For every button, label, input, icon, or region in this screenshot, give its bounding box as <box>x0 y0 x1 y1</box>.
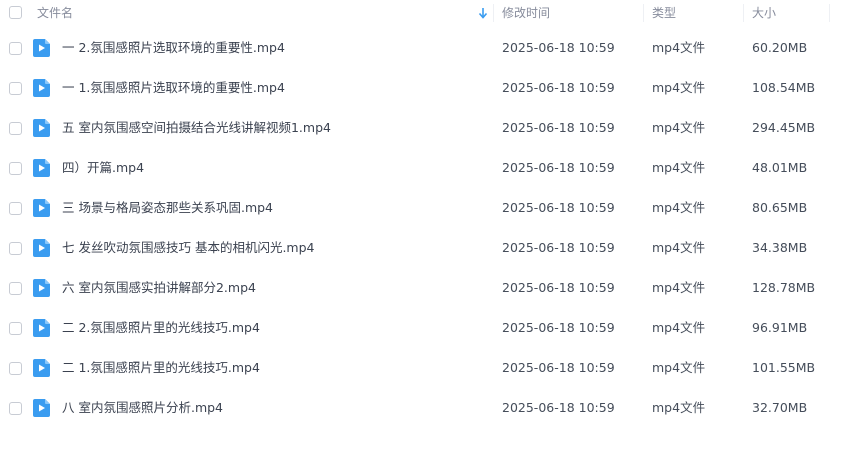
file-size: 101.55MB <box>752 360 816 375</box>
modified-time: 2025-06-18 10:59 <box>502 360 615 375</box>
arrow-down-icon[interactable] <box>478 7 488 19</box>
file-name[interactable]: 八 室内氛围感照片分析.mp4 <box>62 388 223 428</box>
file-size: 294.45MB <box>752 120 816 135</box>
column-divider[interactable] <box>643 4 644 22</box>
file-row[interactable]: 一 1.氛围感照片选取环境的重要性.mp4 2025-06-18 10:59 mp4… <box>0 68 841 108</box>
column-divider[interactable] <box>493 4 494 22</box>
file-name[interactable]: 七 发丝吹动氛围感技巧 基本的相机闪光.mp4 <box>62 228 315 268</box>
video-file-icon <box>33 199 50 217</box>
video-file-icon <box>33 39 50 57</box>
file-name[interactable]: 一 2.氛围感照片选取环境的重要性.mp4 <box>62 28 285 68</box>
row-checkbox[interactable] <box>9 362 22 375</box>
file-row[interactable]: 六 室内氛围感实拍讲解部分2.mp4 2025-06-18 10:59 mp4文件 1… <box>0 268 841 308</box>
file-row[interactable]: 四）开篇.mp4 2025-06-18 10:59 mp4文件 48.01MB <box>0 148 841 188</box>
column-divider[interactable] <box>743 4 744 22</box>
modified-time: 2025-06-18 10:59 <box>502 320 615 335</box>
row-checkbox[interactable] <box>9 402 22 415</box>
modified-time: 2025-06-18 10:59 <box>502 160 615 175</box>
file-name[interactable]: 二 2.氛围感照片里的光线技巧.mp4 <box>62 308 260 348</box>
row-checkbox[interactable] <box>9 282 22 295</box>
file-name[interactable]: 一 1.氛围感照片选取环境的重要性.mp4 <box>62 68 285 108</box>
file-type: mp4文件 <box>652 160 706 175</box>
file-type: mp4文件 <box>652 280 706 295</box>
file-name[interactable]: 五 室内氛围感空间拍摄结合光线讲解视频1.mp4 <box>62 108 331 148</box>
video-file-icon <box>33 279 50 297</box>
file-row[interactable]: 五 室内氛围感空间拍摄结合光线讲解视频1.mp4 2025-06-18 10:59… <box>0 108 841 148</box>
file-type: mp4文件 <box>652 240 706 255</box>
file-type: mp4文件 <box>652 200 706 215</box>
file-row[interactable]: 二 2.氛围感照片里的光线技巧.mp4 2025-06-18 10:59 mp4文件… <box>0 308 841 348</box>
modified-time: 2025-06-18 10:59 <box>502 120 615 135</box>
modified-time: 2025-06-18 10:59 <box>502 280 615 295</box>
select-all-checkbox[interactable] <box>9 6 22 19</box>
file-row[interactable]: 八 室内氛围感照片分析.mp4 2025-06-18 10:59 mp4文件 32.7… <box>0 388 841 428</box>
row-checkbox[interactable] <box>9 82 22 95</box>
modified-time: 2025-06-18 10:59 <box>502 40 615 55</box>
file-size: 34.38MB <box>752 240 808 255</box>
column-header-name[interactable]: 文件名 <box>37 0 73 26</box>
file-type: mp4文件 <box>652 120 706 135</box>
video-file-icon <box>33 79 50 97</box>
column-divider[interactable] <box>829 4 830 22</box>
video-file-icon <box>33 319 50 337</box>
modified-time: 2025-06-18 10:59 <box>502 400 615 415</box>
file-type: mp4文件 <box>652 320 706 335</box>
file-row[interactable]: 二 1.氛围感照片里的光线技巧.mp4 2025-06-18 10:59 mp4文件… <box>0 348 841 388</box>
row-checkbox[interactable] <box>9 42 22 55</box>
video-file-icon <box>33 119 50 137</box>
row-checkbox[interactable] <box>9 122 22 135</box>
video-file-icon <box>33 239 50 257</box>
file-size: 108.54MB <box>752 80 816 95</box>
row-checkbox[interactable] <box>9 322 22 335</box>
modified-time: 2025-06-18 10:59 <box>502 80 615 95</box>
file-size: 48.01MB <box>752 160 808 175</box>
video-file-icon <box>33 159 50 177</box>
file-type: mp4文件 <box>652 400 706 415</box>
modified-time: 2025-06-18 10:59 <box>502 240 615 255</box>
video-file-icon <box>33 359 50 377</box>
file-size: 60.20MB <box>752 40 808 55</box>
file-row[interactable]: 一 2.氛围感照片选取环境的重要性.mp4 2025-06-18 10:59 mp4… <box>0 28 841 68</box>
modified-time: 2025-06-18 10:59 <box>502 200 615 215</box>
file-name[interactable]: 六 室内氛围感实拍讲解部分2.mp4 <box>62 268 256 308</box>
file-size: 128.78MB <box>752 280 816 295</box>
file-name[interactable]: 二 1.氛围感照片里的光线技巧.mp4 <box>62 348 260 388</box>
row-checkbox[interactable] <box>9 202 22 215</box>
column-header-size[interactable]: 大小 <box>752 0 776 26</box>
file-type: mp4文件 <box>652 40 706 55</box>
column-header-time[interactable]: 修改时间 <box>502 0 550 26</box>
file-name[interactable]: 三 场景与格局姿态那些关系巩固.mp4 <box>62 188 273 228</box>
video-file-icon <box>33 399 50 417</box>
file-size: 80.65MB <box>752 200 808 215</box>
row-checkbox[interactable] <box>9 242 22 255</box>
file-row[interactable]: 三 场景与格局姿态那些关系巩固.mp4 2025-06-18 10:59 mp4文件… <box>0 188 841 228</box>
file-row[interactable]: 七 发丝吹动氛围感技巧 基本的相机闪光.mp4 2025-06-18 10:59 m… <box>0 228 841 268</box>
file-size: 96.91MB <box>752 320 808 335</box>
row-checkbox[interactable] <box>9 162 22 175</box>
file-size: 32.70MB <box>752 400 808 415</box>
column-header-row: 文件名 修改时间 类型 大小 <box>0 0 841 26</box>
file-name[interactable]: 四）开篇.mp4 <box>62 148 144 188</box>
file-type: mp4文件 <box>652 360 706 375</box>
file-type: mp4文件 <box>652 80 706 95</box>
column-header-type[interactable]: 类型 <box>652 0 676 26</box>
